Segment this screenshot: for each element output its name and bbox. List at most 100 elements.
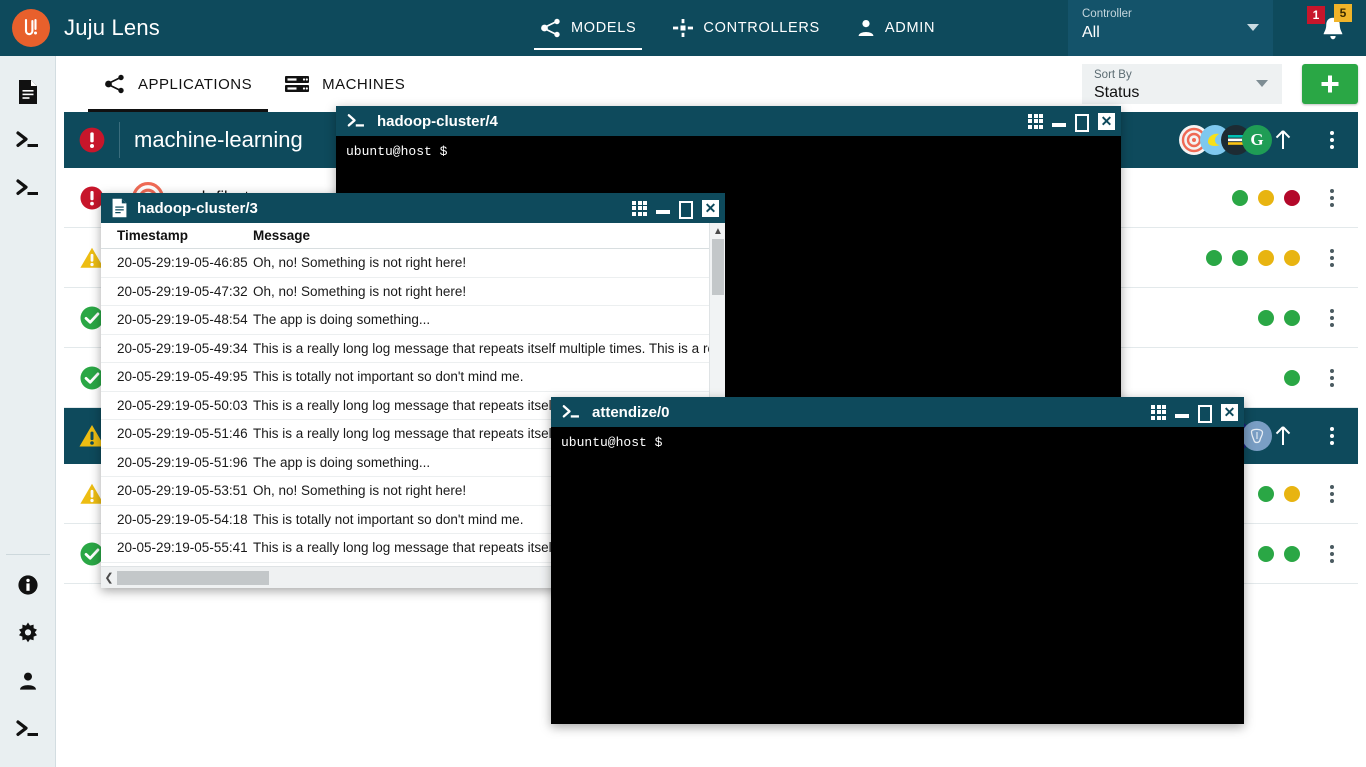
model-menu-button[interactable] (1312, 131, 1352, 149)
sidebar-item-settings[interactable] (0, 609, 56, 657)
sort-by-select[interactable]: Sort By Status (1082, 64, 1282, 104)
log-message: Oh, no! Something is not right here! (253, 283, 467, 299)
minimize-icon[interactable] (1175, 413, 1189, 418)
notification-badge-errors[interactable]: 1 (1307, 6, 1325, 24)
maximize-icon[interactable] (679, 201, 693, 219)
column-header-timestamp: Timestamp (117, 228, 189, 243)
controller-select-label: Controller (1082, 8, 1132, 20)
minimize-icon[interactable] (656, 209, 670, 214)
server-icon (284, 74, 310, 94)
unit-status-dots (1284, 370, 1312, 386)
chevron-down-icon (1256, 80, 1268, 87)
log-timestamp: 20-05-29:19-05-53:51 (117, 483, 248, 499)
gear-icon (16, 621, 40, 645)
maximize-icon[interactable] (1075, 114, 1089, 132)
brand-title: Juju Lens (64, 15, 160, 40)
minimize-icon[interactable] (1052, 122, 1066, 127)
row-actions (1258, 524, 1358, 584)
nav-item-controllers[interactable]: CONTROLLERS (654, 0, 837, 56)
sidebar-item-logs[interactable] (0, 68, 56, 116)
terminal-window-attendize-0[interactable]: attendize/0 ✕ ubuntu@host $ (551, 397, 1244, 724)
grid-icon[interactable] (1151, 404, 1166, 420)
controller-select[interactable]: Controller All (1068, 0, 1273, 56)
log-timestamp: 20-05-29:19-05-54:18 (117, 511, 248, 527)
maximize-icon[interactable] (1198, 405, 1212, 423)
row-menu-button[interactable] (1312, 369, 1352, 387)
model-menu-button[interactable] (1312, 427, 1352, 445)
status-dot-yellow (1258, 190, 1274, 206)
status-dot-green (1284, 546, 1300, 562)
sort-by-label: Sort By (1094, 69, 1132, 81)
row-menu-button[interactable] (1312, 485, 1352, 503)
top-nav-items: MODELS CONTROLLERS ADMIN (522, 0, 953, 56)
model-header-actions: G (1179, 112, 1358, 168)
arrow-up-icon[interactable] (1272, 424, 1312, 448)
row-menu-button[interactable] (1312, 249, 1352, 267)
document-icon (111, 198, 128, 218)
row-menu-button[interactable] (1312, 545, 1352, 563)
share-nodes-icon (104, 74, 126, 94)
unit-status-dots (1258, 486, 1312, 502)
sidebar-item-terminal-3[interactable] (0, 705, 56, 753)
nav-item-models[interactable]: MODELS (522, 0, 654, 56)
window-title-bar[interactable]: hadoop-cluster/3 ✕ (101, 193, 725, 223)
status-dot-green (1284, 310, 1300, 326)
log-timestamp: 20-05-29:19-05-48:54 (117, 312, 248, 328)
terminal-icon (15, 129, 41, 151)
terminal-icon (15, 177, 41, 199)
status-dot-red (1284, 190, 1300, 206)
row-actions (1284, 348, 1358, 408)
grid-icon[interactable] (632, 200, 647, 216)
tab-machines[interactable]: MACHINES (268, 56, 421, 112)
status-dot-green (1258, 486, 1274, 502)
terminal-body[interactable]: ubuntu@host $ (551, 427, 1244, 724)
row-menu-button[interactable] (1312, 309, 1352, 327)
notifications-button[interactable]: 1 5 (1307, 4, 1352, 44)
log-timestamp: 20-05-29:19-05-46:85 (117, 255, 248, 271)
close-icon[interactable]: ✕ (702, 199, 719, 217)
unit-status-dots (1232, 190, 1312, 206)
log-message: Oh, no! Something is not right here! (253, 255, 467, 271)
sidebar-item-terminal-2[interactable] (0, 164, 56, 212)
log-row: 20-05-29:19-05-46:85 Oh, no! Something i… (101, 249, 725, 278)
chevron-down-icon (1247, 24, 1259, 31)
scrollbar-thumb-horizontal[interactable] (117, 570, 269, 585)
sidebar-item-terminal-1[interactable] (0, 116, 56, 164)
chevron-up-icon[interactable]: ▲ (710, 223, 726, 239)
row-menu-button[interactable] (1312, 189, 1352, 207)
tab-label-machines: MACHINES (322, 75, 406, 93)
window-title: attendize/0 (592, 403, 670, 421)
unit-status-dots (1258, 546, 1312, 562)
scrollbar-thumb-vertical[interactable] (712, 239, 724, 295)
model-app-icons: G (1179, 125, 1272, 155)
add-button[interactable] (1302, 64, 1358, 104)
chevron-left-icon[interactable]: ❮ (101, 571, 117, 584)
log-timestamp: 20-05-29:19-05-55:41 (117, 540, 248, 556)
arrow-up-icon[interactable] (1272, 128, 1312, 152)
person-icon (17, 670, 39, 692)
log-timestamp: 20-05-29:19-05-51:46 (117, 426, 248, 442)
log-timestamp: 20-05-29:19-05-49:34 (117, 340, 248, 356)
close-icon[interactable]: ✕ (1221, 403, 1238, 421)
notification-badge-warnings[interactable]: 5 (1334, 4, 1352, 22)
row-actions (1258, 464, 1358, 524)
tab-applications[interactable]: APPLICATIONS (88, 56, 269, 112)
model-status-icon-error (64, 122, 120, 158)
sidebar-divider (5, 554, 50, 555)
status-dot-yellow (1284, 486, 1300, 502)
top-navigation-bar: Juju Lens MODELS CONTROLLERS ADMIN Contr… (0, 0, 1366, 56)
nav-item-admin[interactable]: ADMIN (838, 0, 953, 56)
close-icon[interactable]: ✕ (1098, 112, 1115, 130)
row-actions (1206, 228, 1358, 288)
sidebar-item-account[interactable] (0, 657, 56, 705)
window-title-bar[interactable]: hadoop-cluster/4 ✕ (336, 106, 1121, 136)
window-title-bar[interactable]: attendize/0 ✕ (551, 397, 1244, 427)
controllers-icon (672, 18, 694, 38)
sidebar-item-info[interactable] (0, 561, 56, 609)
status-dot-green (1284, 370, 1300, 386)
model-name: machine-learning (134, 127, 303, 152)
grid-icon[interactable] (1028, 113, 1043, 129)
log-table-header: Timestamp Message (101, 223, 725, 249)
log-message: This is totally not important so don't m… (253, 369, 524, 385)
column-header-message: Message (253, 228, 311, 243)
